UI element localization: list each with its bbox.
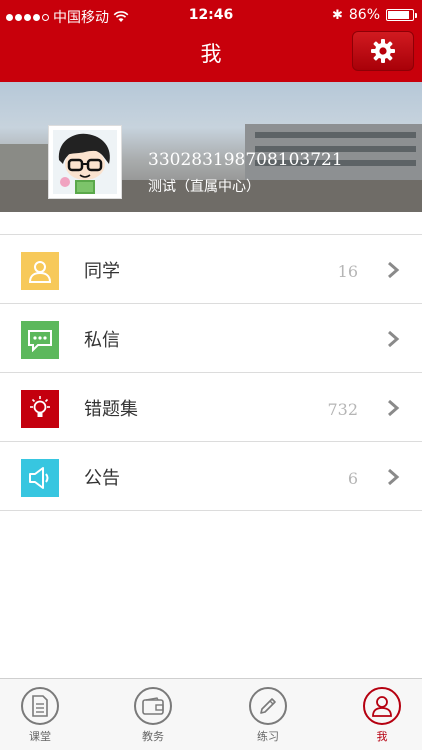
menu-item-mistakes[interactable]: 错题集 732 <box>0 373 422 442</box>
menu-item-classmates[interactable]: 同学 16 <box>0 235 422 304</box>
user-org: 测试（直属中心） <box>148 179 260 195</box>
menu-item-count: 6 <box>347 469 358 488</box>
battery-icon <box>386 9 417 21</box>
person-icon <box>28 261 52 283</box>
speaker-icon <box>29 467 49 489</box>
tab-label: 我 <box>376 730 388 743</box>
tab-label: 课堂 <box>29 730 51 743</box>
chat-icon <box>28 330 52 352</box>
battery-percent: 86% <box>348 7 380 23</box>
settings-button[interactable] <box>352 31 414 71</box>
menu-item-label: 错题集 <box>84 399 138 420</box>
wallet-icon <box>142 697 164 715</box>
tab-me[interactable]: 我 <box>342 687 422 744</box>
bluetooth-icon: ✱ <box>331 7 343 23</box>
tab-bar: 课堂 教务 练习 我 <box>0 678 422 750</box>
pencil-icon <box>260 698 276 714</box>
lightbulb-icon <box>30 396 50 417</box>
tab-academic[interactable]: 教务 <box>113 687 193 744</box>
menu-item-notices[interactable]: 公告 6 <box>0 442 422 511</box>
document-icon <box>32 695 48 717</box>
tab-label: 练习 <box>257 730 279 743</box>
menu-item-count: 732 <box>327 400 358 419</box>
menu-item-label: 公告 <box>84 468 120 489</box>
chevron-right-icon <box>388 468 400 486</box>
avatar[interactable] <box>48 125 122 199</box>
menu-item-count: 16 <box>337 262 358 281</box>
tab-label: 教务 <box>142 730 164 743</box>
menu-item-label: 同学 <box>84 261 120 282</box>
user-id: 330283198708103721 <box>148 150 343 170</box>
menu-item-label: 私信 <box>84 330 120 351</box>
tab-practice[interactable]: 练习 <box>228 687 308 744</box>
avatar-image <box>58 133 110 194</box>
chevron-right-icon <box>388 261 400 279</box>
chevron-right-icon <box>388 330 400 348</box>
menu-item-messages[interactable]: 私信 <box>0 304 422 373</box>
chevron-right-icon <box>388 399 400 417</box>
menu-list: 同学 16 私信 错题集 732 公告 6 <box>0 234 422 511</box>
user-icon <box>372 696 392 717</box>
status-bar: 中国移动 12:46 ✱ 86% <box>0 0 422 30</box>
tab-classroom[interactable]: 课堂 <box>0 687 80 744</box>
gear-icon <box>371 39 395 63</box>
top-bar: 中国移动 12:46 ✱ 86% 我 <box>0 0 422 82</box>
profile-banner: 330283198708103721 测试（直属中心） <box>0 82 422 212</box>
